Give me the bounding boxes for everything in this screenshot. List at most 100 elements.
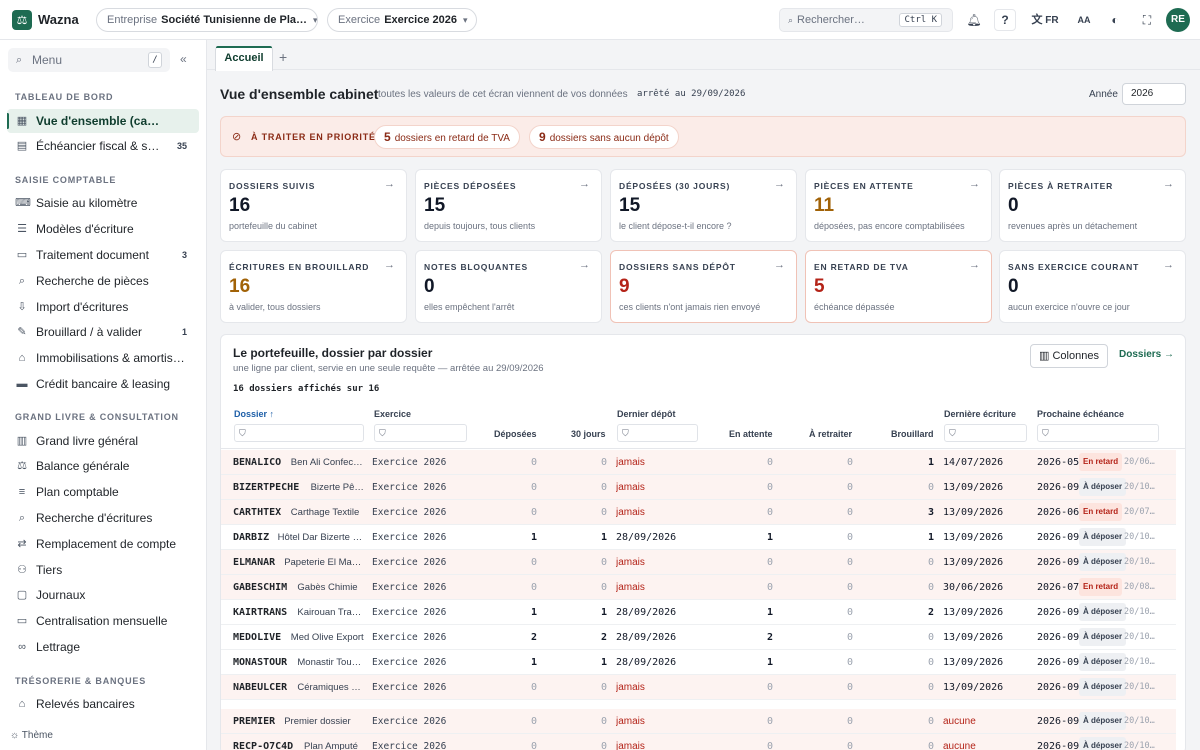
sidebar-item-recherche-ecritures[interactable]: ⌕ Recherche d'écritures (7, 506, 199, 530)
filter-prochaine-input[interactable]: ⛉ (1037, 424, 1159, 442)
kpi-card[interactable]: NOTES BLOQUANTES → 0 elles empêchent l'arrê… (415, 250, 602, 323)
col-header-brouillard[interactable]: Brouillard (891, 429, 934, 439)
col-header-en-attente[interactable]: En attente (729, 429, 773, 439)
col-header-derniere-ecriture[interactable]: Dernière écriture (944, 409, 1016, 419)
sidebar-item-modeles[interactable]: ☰ Modèles d'écriture (7, 217, 199, 241)
table-row[interactable]: BENALICO Ben Ali Confection Exercice 2026 0… (221, 450, 1176, 475)
font-size-button[interactable]: AA (1074, 10, 1094, 30)
columns-button[interactable]: ▥ Colonnes (1030, 344, 1108, 368)
kpi-card[interactable]: ÉCRITURES EN BROUILLARD → 16 à valider, tou… (220, 250, 407, 323)
kpi-card[interactable]: DOSSIERS SUIVIS → 16 portefeuille du cabine… (220, 169, 407, 242)
table-row[interactable]: PREMIER Premier dossier Exercice 2026 0 0 jam… (221, 709, 1176, 734)
table-row[interactable]: RECP-O7C4D Plan Amputé Exercice 2026 0 0 jama… (221, 734, 1176, 750)
exercice-selector[interactable]: Exercice Exercice 2026 ▾ (327, 8, 477, 32)
sidebar-item-recherche-pieces[interactable]: ⌕ Recherche de pièces (7, 269, 199, 293)
filter-dernier-depot-input[interactable]: ⛉ (617, 424, 698, 442)
table-row[interactable]: NABEULCER Céramiques de Nabeul Exercice 20… (221, 675, 1176, 700)
bell-icon[interactable]: 🔔︎ (964, 10, 984, 30)
sidebar-item-plan-comptable[interactable]: ≡ Plan comptable (7, 480, 199, 504)
filter-derniere-ecriture-input[interactable]: ⛉ (944, 424, 1027, 442)
sidebar-item-releves[interactable]: ⌂ Relevés bancaires (7, 692, 199, 716)
kpi-card[interactable]: DÉPOSÉES (30 JOURS) → 15 le client dépose-t… (610, 169, 797, 242)
table-row[interactable]: DARBIZ Hôtel Dar Bizerte Sa Exercice 2026 1… (221, 525, 1176, 550)
theme-toggle[interactable]: ☼ Thème (10, 730, 53, 741)
kpi-value: 0 (424, 276, 435, 297)
filter-dossier-input[interactable]: ⛉ (234, 424, 364, 442)
table-row[interactable]: MONASTOUR Monastir Tourisme Exercice 2026 1… (221, 650, 1176, 675)
kpi-card[interactable]: PIÈCES À RETRAITER → 0 revenues après un dé… (999, 169, 1186, 242)
col-header-a-retraiter[interactable]: À retraiter (809, 429, 852, 439)
sidebar-item-vue-ensemble[interactable]: ▦Vue d'ensemble (cabinet) (7, 109, 199, 133)
dossiers-link[interactable]: Dossiers → (1119, 349, 1174, 360)
filter-exercice-input[interactable]: ⛉ (374, 424, 467, 442)
sidebar-item-saisie-kilometre[interactable]: ⌨ Saisie au kilomètre (7, 191, 199, 215)
kpi-card[interactable]: SANS EXERCICE COURANT → 0 aucun exercice n'… (999, 250, 1186, 323)
dossier-code: MEDOLIVE (233, 632, 282, 643)
kpi-subtitle: portefeuille du cabinet (229, 221, 318, 231)
sidebar-item-echeancier[interactable]: ▤Échéancier fiscal & sociales35 (7, 134, 199, 158)
en-attente-cell: 0 (766, 716, 773, 727)
sidebar-item-centralisation[interactable]: ▭ Centralisation mensuelle (7, 609, 199, 633)
chip-sans-depot[interactable]: 9 dossiers sans aucun dépôt (529, 125, 679, 149)
sidebar-item-brouillard[interactable]: ✎ Brouillard / à valider 1 (7, 320, 199, 344)
sidebar-item-immobilisations[interactable]: ⌂Immobilisations & amortissements (7, 346, 199, 370)
col-header-exercice[interactable]: Exercice (374, 409, 411, 419)
kpi-card[interactable]: DOSSIERS SANS DÉPÔT → 9 ces clients n'ont j… (610, 250, 797, 323)
tab-accueil[interactable]: Accueil (215, 46, 273, 71)
app-logo-icon[interactable]: ⚖ (12, 10, 32, 30)
kpi-card[interactable]: PIÈCES DÉPOSÉES → 15 depuis toujours, tous … (415, 169, 602, 242)
sidebar-item-balance[interactable]: ⚖ Balance générale (7, 454, 199, 478)
col-header-dernier-depot[interactable]: Dernier dépôt (617, 409, 676, 419)
sidebar-item-import[interactable]: ⇩ Import d'écritures (7, 295, 199, 319)
table-row[interactable]: CARTHTEX Carthage Textile Exercice 2026 0 0 j… (221, 500, 1176, 525)
search-shortcut: Ctrl K (899, 13, 942, 27)
table-row[interactable]: KAIRTRANS Kairouan Transport Exercice 2026… (221, 600, 1176, 625)
col-header-prochaine-echeance[interactable]: Prochaine échéance (1037, 409, 1124, 419)
jours30-cell: 0 (600, 682, 607, 693)
kpi-card[interactable]: EN RETARD DE TVA → 5 échéance dépassée (805, 250, 992, 323)
table-row[interactable]: ELMANAR Papeterie El Manar Exercice 2026 0 0… (221, 550, 1176, 575)
kpi-title: PIÈCES DÉPOSÉES (424, 181, 517, 191)
a-retraiter-cell: 0 (846, 457, 853, 468)
jours30-cell: 0 (600, 507, 607, 518)
exercice-value: Exercice 2026 (384, 14, 457, 26)
chip-tva-retard[interactable]: 5 dossiers en retard de TVA (374, 125, 520, 149)
status-badge: En retard (1079, 503, 1123, 521)
exercice-cell: Exercice 2026 (372, 557, 447, 568)
language-button[interactable]: 文 FR (1029, 10, 1061, 30)
echeance-periode: 2026-07 (1037, 582, 1080, 593)
sidebar-item-journaux[interactable]: ▢ Journaux (7, 583, 199, 607)
sidebar-item-credit[interactable]: ▬ Crédit bancaire & leasing (7, 372, 199, 396)
kpi-value: 5 (814, 276, 825, 297)
collapse-sidebar-icon[interactable]: « (180, 52, 187, 66)
echeance-date: 20/10… (1124, 607, 1155, 617)
sidebar-item-remplacement[interactable]: ⇄ Remplacement de compte (7, 532, 199, 556)
sidebar-item-grand-livre[interactable]: ▥ Grand livre général (7, 429, 199, 453)
dernier-depot-cell: jamais (616, 482, 645, 493)
status-badge: À déposer (1079, 528, 1127, 546)
sidebar-item-traitement[interactable]: ▭ Traitement document 3 (7, 243, 199, 267)
col-header-dossier[interactable]: Dossier ↑ (234, 409, 274, 419)
col-header-deposees[interactable]: Déposées (494, 429, 537, 439)
app-name[interactable]: Wazna (38, 12, 79, 27)
table-row[interactable]: MEDOLIVE Med Olive Export Exercice 2026 2 2 2… (221, 625, 1176, 650)
help-button[interactable]: ? (994, 9, 1016, 31)
entreprise-selector[interactable]: Entreprise Société Tunisienne de Pla… ▾ (96, 8, 318, 32)
brouillard-cell: 1 (927, 457, 934, 468)
global-search-input[interactable]: ⌕ Rechercher… Ctrl K (779, 8, 953, 32)
user-avatar[interactable]: RE (1166, 8, 1190, 32)
kpi-value: 11 (814, 195, 835, 216)
sidebar-item-lettrage[interactable]: ∞ Lettrage (7, 635, 199, 659)
page-title: Vue d'ensemble cabinet (220, 86, 379, 102)
add-tab-icon[interactable]: + (279, 49, 287, 65)
dark-mode-icon[interactable]: ◐ (1105, 10, 1125, 30)
table-row[interactable]: GABESCHIM Gabès Chimie Exercice 2026 0 0 jama… (221, 575, 1176, 600)
sidebar-item-tiers[interactable]: ⚇ Tiers (7, 558, 199, 582)
fullscreen-icon[interactable]: ⛶ (1137, 10, 1157, 30)
year-input[interactable]: 2026 (1122, 83, 1186, 105)
kpi-card[interactable]: PIÈCES EN ATTENTE → 11 déposées, pas encore… (805, 169, 992, 242)
users-icon: ⚇ (17, 564, 27, 576)
menu-search-input[interactable]: ⌕ Menu / (8, 48, 170, 72)
col-header-30-jours[interactable]: 30 jours (571, 429, 606, 439)
table-row[interactable]: BIZERTPECHE Bizerte Pêche Exercice 2026 0 0 j… (221, 475, 1176, 500)
